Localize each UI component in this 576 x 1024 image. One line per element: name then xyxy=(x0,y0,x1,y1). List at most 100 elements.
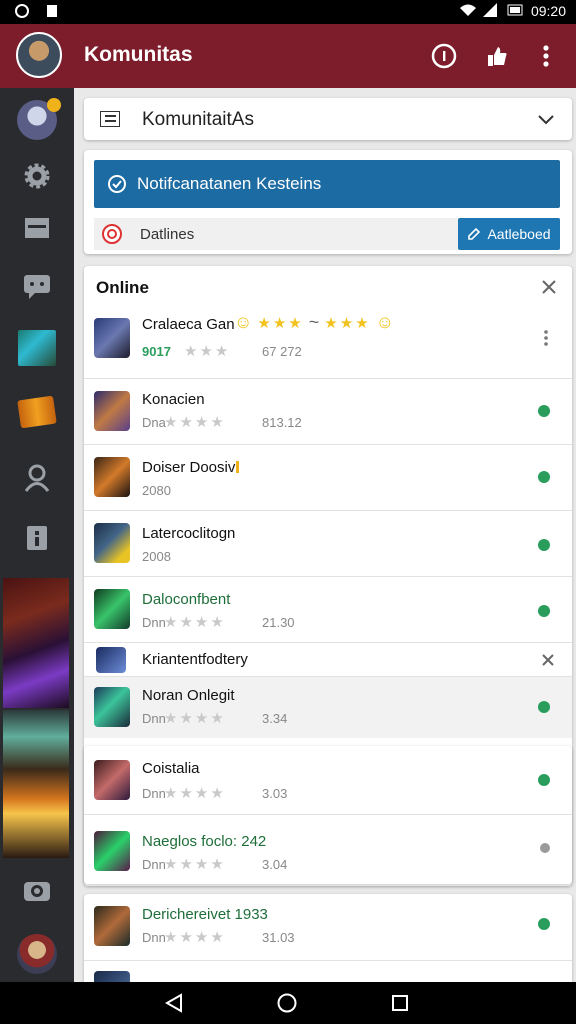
sidebar-item-settings[interactable] xyxy=(0,146,74,206)
notification-label: Notifcanatanen Kesteins xyxy=(137,174,322,193)
signal-icon xyxy=(482,3,499,19)
main-content: KomunitaitAs Notifcanatanen Kesteins Dat… xyxy=(74,88,576,982)
item-name: Konacien xyxy=(142,391,205,408)
game-thumbnail xyxy=(94,457,130,497)
list-item[interactable]: Kriantentfodtery xyxy=(84,642,572,676)
chat-icon xyxy=(24,275,50,299)
item-name: Coistalia xyxy=(142,760,200,777)
list-item[interactable]: Doiser Doosiv 2080 xyxy=(84,444,572,510)
status-bar: 09:20 xyxy=(0,0,576,24)
sidebar-item-info[interactable] xyxy=(0,508,74,568)
item-name: Cralaeca Gan xyxy=(142,316,235,333)
list-item[interactable]: Latercoclitogn 2008 xyxy=(84,510,572,576)
item-name: Kriantentfodtery xyxy=(142,651,248,668)
item-name: Doiser Doosiv xyxy=(142,459,236,476)
sidebar-item-card[interactable] xyxy=(0,198,74,258)
check-circle-icon xyxy=(108,175,126,198)
secondary-list-card: Coistalia Dnn ★★★★ 3.03 Naeglos foclo: 2… xyxy=(84,746,572,884)
chevron-down-icon xyxy=(538,112,554,130)
item-name: Derichereivet 1933 xyxy=(142,906,268,923)
recents-icon[interactable] xyxy=(392,995,408,1016)
community-dropdown[interactable]: KomunitaitAs xyxy=(84,98,572,140)
back-icon[interactable] xyxy=(164,993,184,1018)
sidebar-game-thumb-2[interactable] xyxy=(0,382,74,442)
battery-icon xyxy=(507,3,523,19)
info-button[interactable] xyxy=(430,42,458,70)
clock: 09:20 xyxy=(530,3,566,19)
list-item[interactable]: Derichereivet 1933 Dnn ★★★★ 31.03 xyxy=(84,894,572,960)
notification-icon xyxy=(14,3,30,19)
item-meta: 67 272 xyxy=(262,344,302,359)
list-item[interactable] xyxy=(84,960,572,982)
sidebar-game-banner-2[interactable] xyxy=(3,710,69,858)
rating: ★★★★ xyxy=(164,414,226,431)
offline-status-icon xyxy=(540,843,550,853)
sidebar-avatar[interactable] xyxy=(0,90,74,150)
list-item[interactable]: Daloconfbent Dnn ★★★★ 21.30 xyxy=(84,576,572,642)
list-item[interactable]: Cralaeca Gan ☺ ★★★ ~ ★★★ ☺ 9017 ★★★ 67 2… xyxy=(84,306,572,378)
download-icon xyxy=(44,3,60,19)
list-item[interactable]: Coistalia Dnn ★★★★ 3.03 xyxy=(84,746,572,814)
sidebar-game-banner-1[interactable] xyxy=(3,578,69,708)
item-sub: 9017 xyxy=(142,344,171,359)
user-avatar[interactable] xyxy=(16,32,62,78)
item-meta: 31.03 xyxy=(262,930,295,945)
item-sub: Dnn xyxy=(142,786,166,801)
online-status-icon xyxy=(538,539,550,551)
online-status-icon xyxy=(538,918,550,930)
item-sub: Dnn xyxy=(142,711,166,726)
highlight-bar xyxy=(236,461,239,473)
item-sub: Dnn xyxy=(142,615,166,630)
item-sub: Dnn xyxy=(142,930,166,945)
deals-action-button[interactable]: Aatleboed xyxy=(458,218,560,250)
game-logo xyxy=(17,395,57,429)
card-icon xyxy=(25,218,49,238)
item-sub: Dnn xyxy=(142,857,166,872)
item-sub: 2008 xyxy=(142,549,171,564)
game-thumbnail xyxy=(94,589,130,629)
game-thumbnail xyxy=(18,330,56,366)
home-icon[interactable] xyxy=(277,993,297,1018)
notification-banner[interactable]: Notifcanatanen Kesteins xyxy=(94,160,560,208)
rating: ★★★★ xyxy=(164,710,226,727)
sidebar xyxy=(0,88,74,982)
deals-row: Datlines Aatleboed xyxy=(94,218,560,250)
sidebar-item-profile[interactable] xyxy=(0,448,74,508)
game-thumbnail xyxy=(94,906,130,946)
sidebar-bottom-avatar[interactable] xyxy=(0,924,74,984)
sidebar-item-chat[interactable] xyxy=(0,256,74,316)
rating: ★★★ xyxy=(184,343,231,360)
wifi-icon xyxy=(459,3,476,19)
item-sub: Dna xyxy=(142,415,166,430)
game-thumbnail xyxy=(96,647,126,673)
close-icon[interactable] xyxy=(542,653,554,671)
online-status-icon xyxy=(538,774,550,786)
dropdown-label: KomunitaitAs xyxy=(142,109,254,130)
list-item[interactable]: Noran Onlegit Dnn ★★★★ 3.34 xyxy=(84,676,572,738)
online-header: Online xyxy=(96,278,149,297)
settings-icon xyxy=(24,163,50,189)
more-vert-icon[interactable] xyxy=(544,330,548,351)
item-name: Latercoclitogn xyxy=(142,525,236,542)
list-item[interactable]: Naeglos foclo: 242 Dnn ★★★★ 3.04 xyxy=(84,814,572,884)
game-thumbnail xyxy=(94,523,130,563)
more-button[interactable] xyxy=(532,42,560,70)
third-list-card: Derichereivet 1933 Dnn ★★★★ 31.03 xyxy=(84,894,572,982)
badge xyxy=(47,98,61,112)
emoji-stars: ☺ ★★★ ~ ★★★ ☺ xyxy=(234,312,395,332)
rating: ★★★★ xyxy=(164,785,226,802)
item-meta: 3.03 xyxy=(262,786,288,801)
list-item[interactable]: Konacien Dna ★★★★ 813.12 xyxy=(84,378,572,444)
game-thumbnail xyxy=(94,971,130,982)
sidebar-item-camera[interactable] xyxy=(0,860,74,920)
sidebar-game-thumb-1[interactable] xyxy=(0,318,74,378)
item-name: Noran Onlegit xyxy=(142,687,235,704)
avatar xyxy=(17,98,61,140)
close-icon[interactable] xyxy=(542,280,556,299)
app-bar: Komunitas xyxy=(0,24,576,88)
online-status-icon xyxy=(538,605,550,617)
rating: ★★★★ xyxy=(164,929,226,946)
deals-label: Datlines xyxy=(140,226,195,243)
record-icon xyxy=(102,224,122,249)
like-button[interactable] xyxy=(483,42,511,70)
